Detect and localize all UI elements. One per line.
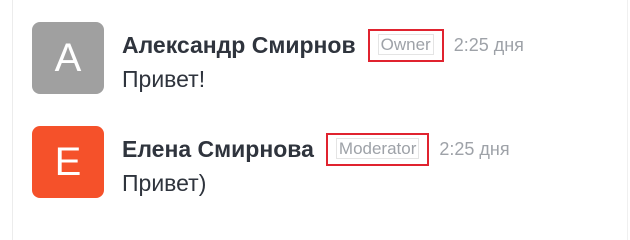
role-badge: Moderator <box>325 132 430 166</box>
right-divider <box>627 0 628 240</box>
message-header: Елена Смирнова Moderator 2:25 дня <box>122 132 510 166</box>
message-body: Привет) <box>122 170 207 196</box>
author-name[interactable]: Елена Смирнова <box>122 136 314 163</box>
chat-message[interactable]: A Александр Смирнов Owner 2:25 дня Приве… <box>32 22 622 102</box>
message-body: Привет! <box>122 66 206 92</box>
role-label: Moderator <box>335 137 420 159</box>
author-name[interactable]: Александр Смирнов <box>122 32 356 59</box>
role-label: Owner <box>377 33 434 55</box>
message-timestamp[interactable]: 2:25 дня <box>454 35 524 56</box>
left-divider <box>12 0 13 240</box>
avatar[interactable]: E <box>32 126 104 198</box>
message-timestamp[interactable]: 2:25 дня <box>439 139 509 160</box>
chat-message-list: A Александр Смирнов Owner 2:25 дня Приве… <box>0 0 630 240</box>
message-header: Александр Смирнов Owner 2:25 дня <box>122 28 524 62</box>
role-badge: Owner <box>367 28 444 62</box>
avatar[interactable]: A <box>32 22 104 94</box>
chat-message[interactable]: E Елена Смирнова Moderator 2:25 дня Прив… <box>32 126 622 206</box>
